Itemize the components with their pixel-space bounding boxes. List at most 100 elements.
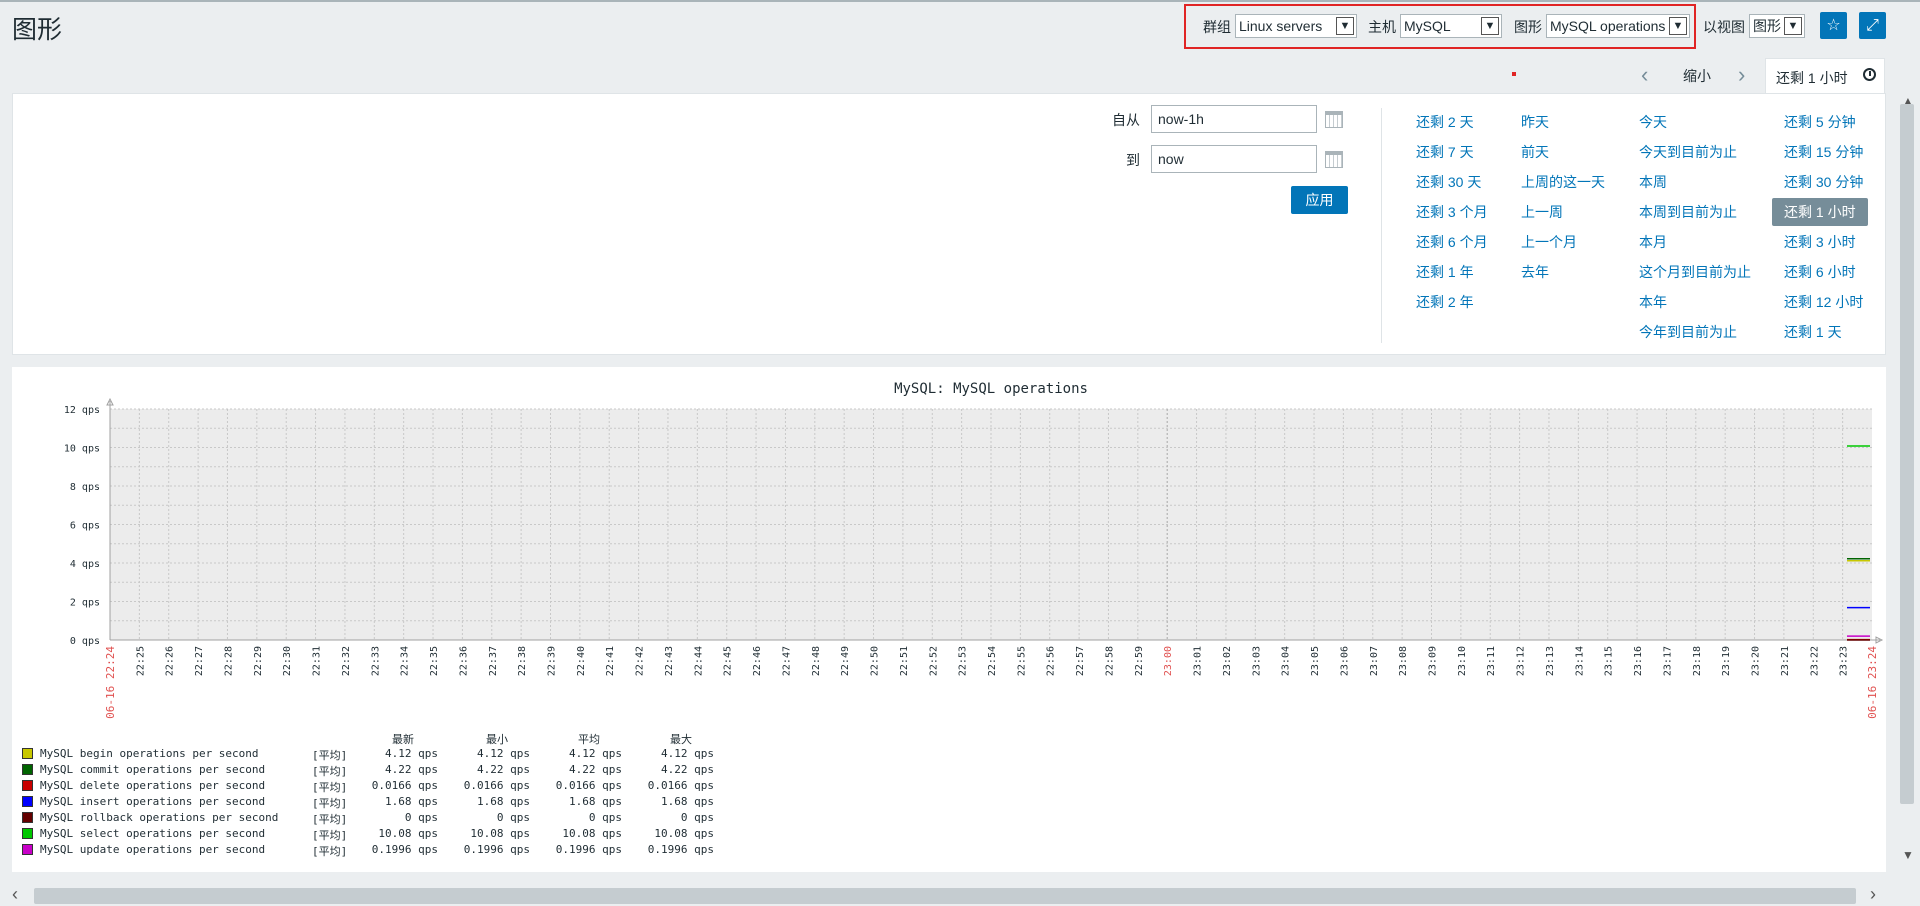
- x-tick-label: 22:32: [341, 646, 352, 676]
- quick-range-link[interactable]: 昨天: [1521, 112, 1549, 132]
- quick-range-link[interactable]: 还剩 3 个月: [1416, 202, 1488, 222]
- legend-min-value: 1.68 qps: [477, 795, 530, 808]
- graph-svg: MySQL: MySQL operations 0 qps 2 qps 4 qps 6 …: [64, 381, 1884, 719]
- y-tick-label: 4 qps: [70, 559, 100, 570]
- calendar-icon[interactable]: [1325, 111, 1343, 128]
- x-tick-label: 23:23: [1839, 646, 1850, 676]
- quick-range-link[interactable]: 还剩 3 小时: [1784, 232, 1856, 252]
- x-tick-label: 22:35: [429, 646, 440, 676]
- legend-row: MySQL update operations per second [平均] 0.…: [22, 843, 722, 858]
- x-tick-label: 23:05: [1310, 646, 1321, 676]
- quick-range-link[interactable]: 今年到目前为止: [1639, 322, 1737, 342]
- horizontal-scrollbar[interactable]: ‹ ›: [0, 884, 1920, 906]
- legend-aggregation: [平均]: [312, 765, 348, 778]
- quick-range-link[interactable]: 上一周: [1521, 202, 1563, 222]
- scroll-left-arrow-icon[interactable]: ‹: [12, 884, 18, 905]
- legend-last-value: 0.1996 qps: [371, 843, 438, 856]
- legend-aggregation: [平均]: [312, 749, 348, 762]
- legend-swatch: [22, 844, 33, 855]
- y-tick-label: 12 qps: [64, 405, 100, 416]
- zoom-out-button[interactable]: 缩小: [1683, 66, 1711, 86]
- x-tick-label: 22:59: [1134, 646, 1145, 676]
- to-input[interactable]: now: [1151, 145, 1317, 173]
- legend-last-value: 4.12 qps: [385, 747, 438, 760]
- quick-range-link[interactable]: 还剩 30 天: [1416, 172, 1481, 192]
- host-select[interactable]: MySQL ▼: [1400, 14, 1502, 38]
- apply-button[interactable]: 应用: [1291, 186, 1348, 214]
- x-tick-label: 22:43: [664, 646, 675, 676]
- quick-range-link[interactable]: 本周: [1639, 172, 1667, 192]
- next-period-arrow-icon[interactable]: ›: [1738, 62, 1745, 88]
- quick-range-link[interactable]: 还剩 5 分钟: [1784, 112, 1856, 132]
- quick-range-link[interactable]: 本月: [1639, 232, 1667, 252]
- x-tick-label: 23:13: [1545, 646, 1556, 676]
- legend-last-value: 10.08 qps: [378, 827, 438, 840]
- timeframe-tab[interactable]: 还剩 1 小时: [1765, 58, 1885, 93]
- quick-range-link[interactable]: 还剩 30 分钟: [1784, 172, 1863, 192]
- x-tick-label: 22:55: [1016, 646, 1027, 676]
- quick-range-link[interactable]: 还剩 6 小时: [1784, 262, 1856, 282]
- view-select[interactable]: 图形 ▼: [1749, 14, 1805, 38]
- chevron-down-icon: ▼: [1784, 17, 1802, 35]
- legend-max-value: 0.0166 qps: [647, 779, 714, 792]
- x-tick-label: 22:45: [723, 646, 734, 676]
- from-input[interactable]: now-1h: [1151, 105, 1317, 133]
- legend-series-name: MySQL rollback operations per second: [40, 811, 279, 824]
- legend-row: MySQL begin operations per second [平均] 4.1…: [22, 747, 722, 762]
- x-tick-label: 22:52: [928, 646, 939, 676]
- chevron-down-icon: ▼: [1669, 17, 1687, 35]
- x-tick-label: 23:20: [1751, 646, 1762, 676]
- legend-row: MySQL rollback operations per second [平均]…: [22, 811, 722, 826]
- quick-range-link[interactable]: 还剩 12 小时: [1784, 292, 1863, 312]
- legend-swatch: [22, 780, 33, 791]
- y-tick-label: 10 qps: [64, 444, 100, 455]
- quick-range-link[interactable]: 还剩 2 天: [1416, 112, 1474, 132]
- legend-max-value: 4.12 qps: [661, 747, 714, 760]
- legend-swatch: [22, 748, 33, 759]
- x-tick-label: 22:44: [693, 646, 704, 676]
- quick-range-link[interactable]: 上一个月: [1521, 232, 1577, 252]
- fullscreen-button[interactable]: ⤢: [1859, 12, 1886, 39]
- quick-range-link[interactable]: 上周的这一天: [1521, 172, 1605, 192]
- quick-range-link[interactable]: 去年: [1521, 262, 1549, 282]
- quick-range-link[interactable]: 还剩 1 天: [1784, 322, 1842, 342]
- to-input-value: now: [1158, 151, 1184, 167]
- scroll-down-arrow-icon[interactable]: ▼: [1902, 848, 1914, 862]
- quick-range-link[interactable]: 今天到目前为止: [1639, 142, 1737, 162]
- quick-range-link[interactable]: 本周到目前为止: [1639, 202, 1737, 222]
- top-border: [0, 0, 1920, 2]
- favorite-star-button[interactable]: ☆: [1820, 12, 1847, 39]
- y-tick-label: 8 qps: [70, 482, 100, 493]
- horizontal-scroll-thumb[interactable]: [34, 888, 1856, 904]
- x-tick-label: 22:49: [840, 646, 851, 676]
- quick-range-link[interactable]: 还剩 1 小时: [1772, 198, 1868, 226]
- scroll-right-arrow-icon[interactable]: ›: [1870, 884, 1876, 905]
- quick-range-link[interactable]: 还剩 15 分钟: [1784, 142, 1863, 162]
- x-tick-label: 23:10: [1457, 646, 1468, 676]
- x-tick-label: 22:28: [223, 646, 234, 676]
- legend-max-value: 1.68 qps: [661, 795, 714, 808]
- x-tick-label: 22:30: [282, 646, 293, 676]
- quick-range-link[interactable]: 还剩 1 年: [1416, 262, 1474, 282]
- expand-icon: ⤢: [1866, 17, 1879, 34]
- y-tick-label: 0 qps: [70, 636, 100, 647]
- x-tick-label: 23:21: [1780, 646, 1791, 676]
- vertical-scroll-thumb[interactable]: [1900, 104, 1914, 804]
- quick-range-link[interactable]: 这个月到目前为止: [1639, 262, 1751, 282]
- x-end-label: 06-16 23:24: [1866, 646, 1879, 719]
- quick-range-link[interactable]: 还剩 7 天: [1416, 142, 1474, 162]
- quick-range-link[interactable]: 今天: [1639, 112, 1667, 132]
- prev-period-arrow-icon[interactable]: ‹: [1641, 62, 1648, 88]
- quick-range-link[interactable]: 本年: [1639, 292, 1667, 312]
- legend-aggregation: [平均]: [312, 813, 348, 826]
- quick-range-link[interactable]: 前天: [1521, 142, 1549, 162]
- calendar-icon[interactable]: [1325, 151, 1343, 168]
- y-tick-label: 6 qps: [70, 521, 100, 532]
- quick-range-link[interactable]: 还剩 2 年: [1416, 292, 1474, 312]
- quick-range-link[interactable]: 还剩 6 个月: [1416, 232, 1488, 252]
- x-tick-label: 22:38: [517, 646, 528, 676]
- x-tick-label: 23:02: [1222, 646, 1233, 676]
- group-select[interactable]: Linux servers ▼: [1235, 14, 1357, 38]
- legend-series-name: MySQL begin operations per second: [40, 747, 259, 760]
- graph-select[interactable]: MySQL operations ▼: [1546, 14, 1690, 38]
